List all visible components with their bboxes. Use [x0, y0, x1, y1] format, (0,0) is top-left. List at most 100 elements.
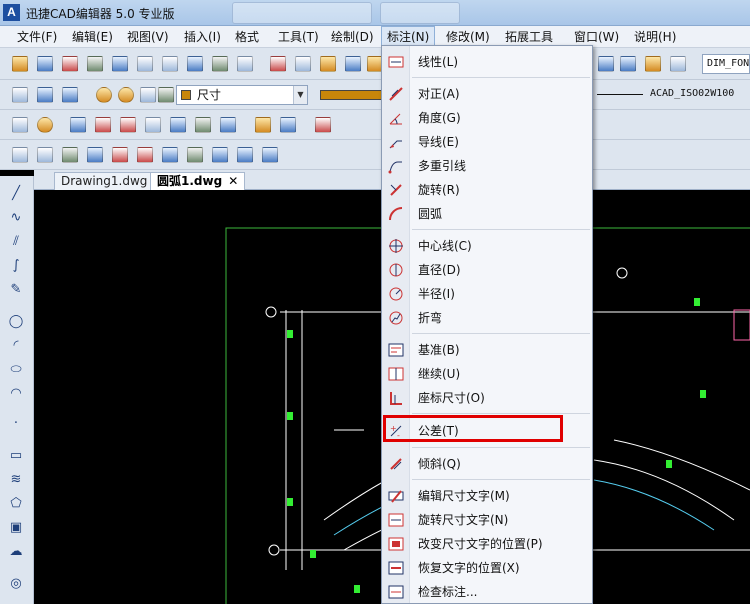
named-views-icon[interactable]: [37, 147, 53, 163]
multiline-tool-icon[interactable]: ⫽: [8, 234, 24, 250]
ellipse-tool-icon[interactable]: ⬭: [8, 362, 24, 378]
menu-item-ordinate[interactable]: 座标尺寸(O): [382, 387, 592, 409]
area-icon[interactable]: [187, 147, 203, 163]
menu-file[interactable]: 文件(F): [12, 26, 62, 48]
print-icon[interactable]: [112, 56, 128, 72]
layer-combo[interactable]: 尺寸 ▼: [176, 85, 308, 105]
text-style-icon[interactable]: [598, 56, 614, 72]
pan-icon[interactable]: [262, 147, 278, 163]
menu-item-multileader[interactable]: 多重引线: [382, 155, 592, 177]
layer-manager-icon[interactable]: [12, 87, 28, 103]
menu-item-label: 改变尺寸文字的位置(P): [418, 537, 543, 551]
dim-icon[interactable]: [112, 147, 128, 163]
hatch-icon[interactable]: [195, 117, 211, 133]
zoom-extents-icon[interactable]: [237, 147, 253, 163]
menu-item-jogged[interactable]: 折弯: [382, 307, 592, 329]
zoom-window-icon[interactable]: [212, 147, 228, 163]
menu-item-leader[interactable]: 导线(E): [382, 131, 592, 153]
match-properties-icon[interactable]: [345, 56, 361, 72]
paste-icon[interactable]: [320, 56, 336, 72]
viewport-icon[interactable]: [12, 147, 28, 163]
rectangle-tool-icon[interactable]: ▭: [8, 448, 24, 464]
color-wheel-icon[interactable]: [37, 117, 53, 133]
leader-tool-icon[interactable]: [137, 147, 153, 163]
ellipse-arc-tool-icon[interactable]: ◠: [8, 386, 24, 402]
table-icon[interactable]: [220, 117, 236, 133]
save-as-icon[interactable]: [87, 56, 103, 72]
menu-help[interactable]: 说明(H): [629, 26, 681, 48]
menu-item-rotate-dimtext[interactable]: 旋转尺寸文字(N): [382, 509, 592, 531]
menu-item-continue[interactable]: 继续(U): [382, 363, 592, 385]
layer-lock-icon[interactable]: [140, 87, 156, 103]
menu-view[interactable]: 视图(V): [122, 26, 174, 48]
menu-insert[interactable]: 插入(I): [179, 26, 226, 48]
spellcheck-icon[interactable]: [212, 56, 228, 72]
menu-item-angle[interactable]: 角度(G): [382, 107, 592, 129]
tab-drawing1[interactable]: Drawing1.dwg: [54, 172, 155, 190]
arc-tool-icon[interactable]: ◜: [8, 338, 24, 354]
polyline-tool-icon[interactable]: ∿: [8, 210, 24, 226]
point-tool-icon[interactable]: ·: [8, 416, 24, 432]
line-tool-icon[interactable]: ╱: [8, 186, 24, 202]
attribute-icon[interactable]: [95, 117, 111, 133]
menu-item-arc[interactable]: 圆弧: [382, 203, 592, 225]
menu-item-rotated[interactable]: 旋转(R): [382, 179, 592, 201]
copy-icon[interactable]: [295, 56, 311, 72]
print-preview-icon[interactable]: [162, 56, 178, 72]
pdf-export-icon[interactable]: [315, 117, 331, 133]
menu-item-reset-dimtext[interactable]: 恢复文字的位置(X): [382, 557, 592, 579]
insert-block-icon[interactable]: [120, 117, 136, 133]
properties-icon[interactable]: [12, 117, 28, 133]
redo-icon[interactable]: [255, 117, 271, 133]
freehand-tool-icon[interactable]: ✎: [8, 282, 24, 298]
block-icon[interactable]: [70, 117, 86, 133]
text-format-icon[interactable]: [645, 56, 661, 72]
xref-icon[interactable]: [170, 117, 186, 133]
menu-item-aligned[interactable]: 对正(A): [382, 83, 592, 105]
save-icon[interactable]: [62, 56, 78, 72]
menu-draw[interactable]: 绘制(D): [326, 26, 379, 48]
layer-freeze-sun-icon[interactable]: [118, 87, 134, 103]
color-combo[interactable]: [320, 90, 382, 100]
menu-item-baseline[interactable]: 基准(B): [382, 339, 592, 361]
menu-item-inspect-dim[interactable]: 检查标注...: [382, 581, 592, 603]
new-file-icon[interactable]: [12, 56, 28, 72]
menu-tools[interactable]: 工具(T): [273, 26, 324, 48]
open-file-icon[interactable]: [37, 56, 53, 72]
export-icon[interactable]: [187, 56, 203, 72]
menu-item-linear[interactable]: 线性(L): [382, 51, 592, 73]
print-setup-icon[interactable]: [137, 56, 153, 72]
3d-view-icon[interactable]: [280, 117, 296, 133]
menu-item-diameter[interactable]: 直径(D): [382, 259, 592, 281]
text-scale-icon[interactable]: [670, 56, 686, 72]
menu-item-centerline[interactable]: 中心线(C): [382, 235, 592, 257]
region-tool-icon[interactable]: ▣: [8, 520, 24, 536]
chevron-down-icon[interactable]: ▼: [293, 86, 307, 104]
menu-edit[interactable]: 编辑(E): [67, 26, 118, 48]
menu-item-radius[interactable]: 半径(I): [382, 283, 592, 305]
layout-icon[interactable]: [62, 147, 78, 163]
layer-previous-icon[interactable]: [37, 87, 53, 103]
find-icon[interactable]: [237, 56, 253, 72]
menu-item-move-dimtext[interactable]: 改变尺寸文字的位置(P): [382, 533, 592, 555]
close-icon[interactable]: ✕: [228, 174, 238, 188]
circle-tool-icon[interactable]: ◯: [8, 314, 24, 330]
tab-arc1[interactable]: 圆弧1.dwg ✕: [150, 172, 246, 190]
cloud-tool-icon[interactable]: ☁: [8, 544, 24, 560]
layer-plot-icon[interactable]: [158, 87, 174, 103]
dim-style-combo[interactable]: DIM_FON: [702, 54, 750, 74]
text-edit-icon[interactable]: [620, 56, 636, 72]
text-icon[interactable]: [87, 147, 103, 163]
menu-item-oblique[interactable]: 倾斜(Q): [382, 453, 592, 475]
measure-icon[interactable]: [162, 147, 178, 163]
image-icon[interactable]: [145, 117, 161, 133]
menu-format[interactable]: 格式: [230, 26, 264, 48]
donut-tool-icon[interactable]: ◎: [8, 576, 24, 592]
helix-tool-icon[interactable]: ≋: [8, 472, 24, 488]
menu-item-edit-dimtext[interactable]: 编辑尺寸文字(M): [382, 485, 592, 507]
layer-states-icon[interactable]: [62, 87, 78, 103]
layer-on-bulb-icon[interactable]: [96, 87, 112, 103]
spline-tool-icon[interactable]: ∫: [8, 258, 24, 274]
cut-icon[interactable]: [270, 56, 286, 72]
polygon-tool-icon[interactable]: ⬠: [8, 496, 24, 512]
